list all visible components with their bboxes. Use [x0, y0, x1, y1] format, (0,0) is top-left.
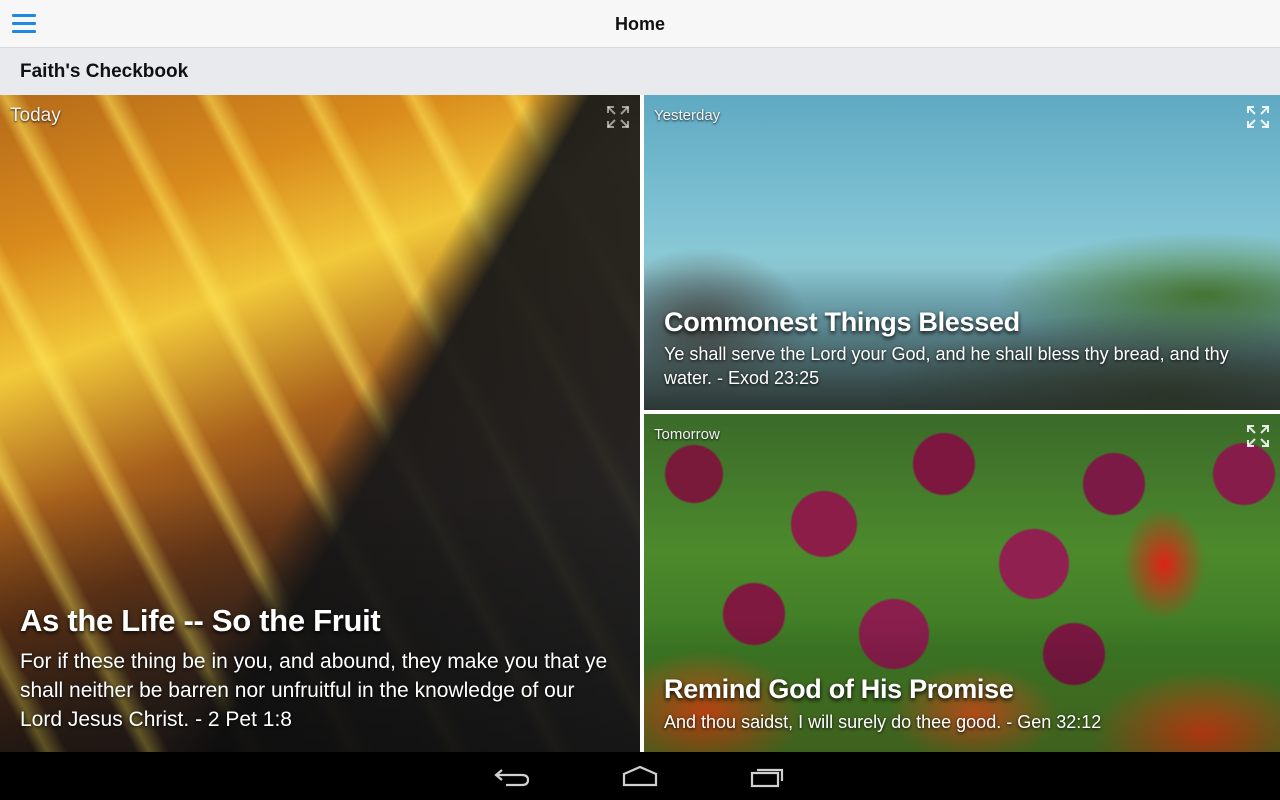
devotional-heading: As the Life -- So the Fruit [20, 603, 381, 638]
devotional-tile-yesterday[interactable]: Yesterday Commonest Things Blessed Ye sh… [644, 95, 1280, 410]
devotional-verse: And thou saidst, I will surely do thee g… [664, 712, 1102, 732]
recents-icon[interactable] [748, 764, 788, 788]
devotional-tile-tomorrow[interactable]: Tomorrow Remind God of His Promise And t… [644, 414, 1280, 752]
devotional-verse: For if these thing be in you, and abound… [20, 650, 608, 731]
devotional-heading: Commonest Things Blessed [664, 307, 1020, 337]
devotional-heading: Remind God of His Promise [664, 674, 1014, 704]
home-icon[interactable] [620, 764, 660, 788]
expand-icon[interactable] [606, 105, 630, 129]
system-navigation-bar [0, 752, 1280, 800]
expand-icon[interactable] [1246, 424, 1270, 448]
devotional-tile-today[interactable]: Today As the Life -- So the Fruit For if… [0, 95, 640, 752]
day-label: Yesterday [654, 107, 721, 124]
page-title: Home [614, 14, 665, 34]
action-bar: Home [0, 0, 1280, 48]
day-label: Tomorrow [654, 426, 720, 443]
section-header: Faith's Checkbook [0, 48, 1280, 95]
devotional-verse: Ye shall serve the Lord your God, and he… [664, 344, 1229, 388]
back-icon[interactable] [492, 764, 532, 788]
app-title: Faith's Checkbook [20, 61, 189, 82]
expand-icon[interactable] [1246, 105, 1270, 129]
day-label: Today [10, 105, 61, 126]
